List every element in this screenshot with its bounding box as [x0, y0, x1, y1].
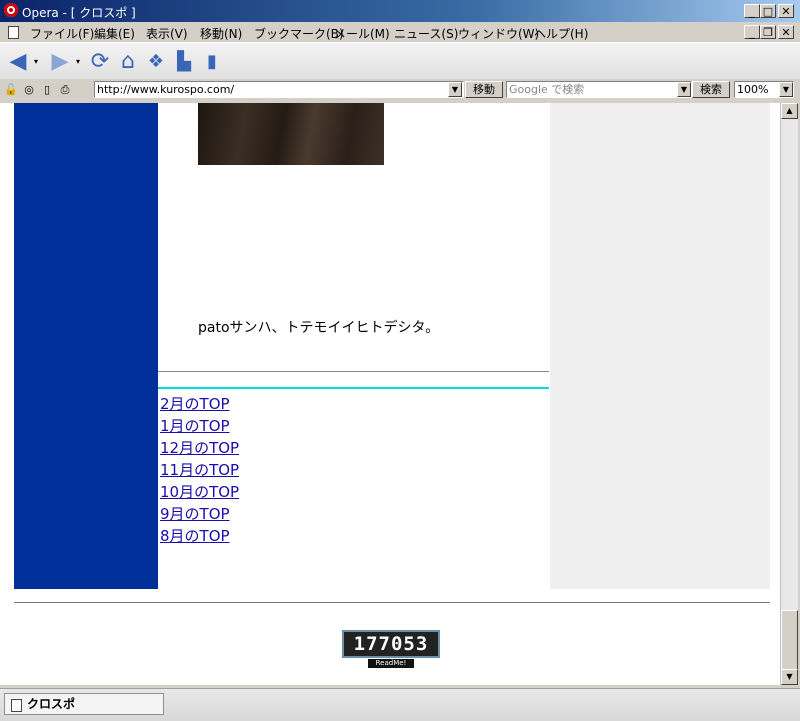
minimize-button[interactable]: _ [744, 4, 760, 18]
opera-logo-icon [4, 3, 18, 17]
url-dropdown-icon[interactable]: ▼ [448, 82, 462, 97]
menu-bar: ファイル(F) 編集(E) 表示(V) 移動(N) ブックマーク(B) メール(… [0, 22, 800, 42]
document-icon [8, 26, 19, 42]
counter-label[interactable]: ReadMe! [368, 659, 414, 668]
photo-caption: patoサンハ、トテモイイヒトデシタ。 [198, 320, 440, 336]
forward-icon[interactable]: ▶ [48, 49, 72, 74]
right-column [550, 103, 770, 589]
reload-icon[interactable]: ⟳ [88, 49, 112, 74]
menu-bookmarks[interactable]: ブックマーク(B) [254, 25, 344, 42]
forward-dropdown-icon[interactable]: ▾ [76, 57, 80, 66]
footer-divider [14, 602, 770, 603]
go-button[interactable]: 移動 [465, 81, 503, 98]
maximize-button[interactable]: □ [760, 4, 776, 18]
doc-minimize-button[interactable]: _ [744, 25, 760, 39]
page-icon[interactable]: ▮ [200, 49, 224, 73]
zoom-dropdown-icon[interactable]: ▼ [779, 82, 793, 97]
left-column [14, 103, 158, 589]
link-dec-top[interactable]: 12月のTOP [160, 437, 239, 459]
menu-edit[interactable]: 編集(E) [94, 25, 135, 42]
page-tab-icon [11, 698, 22, 718]
search-input[interactable]: Google で検索 [506, 81, 692, 98]
link-oct-top[interactable]: 10月のTOP [160, 481, 239, 503]
close-button[interactable]: ✕ [778, 4, 794, 18]
archive-links: 2月のTOP 1月のTOP 12月のTOP 11月のTOP 10月のTOP 9月… [160, 393, 239, 547]
link-jan-top[interactable]: 1月のTOP [160, 415, 239, 437]
title-bar: Opera - [ クロスポ ] _ □ ✕ [0, 0, 800, 22]
photo-image [198, 103, 384, 165]
camera-icon[interactable]: ◎ [22, 83, 36, 97]
menu-mail[interactable]: メール(M) [334, 25, 390, 42]
page-tab[interactable]: クロスポ [4, 693, 164, 715]
cyan-divider [158, 387, 549, 389]
menu-news[interactable]: ニュース(S) [394, 25, 458, 42]
doc-close-button[interactable]: ✕ [778, 25, 794, 39]
status-bar: クロスポ [0, 688, 800, 721]
address-bar: 🔓 ◎ ▯ ⎙ http://www.kurospo.com/ ▼ 移動 Goo… [0, 79, 800, 101]
back-dropdown-icon[interactable]: ▾ [34, 57, 38, 66]
search-engine-dropdown-icon[interactable]: ▼ [677, 82, 691, 97]
scrollbar-thumb[interactable] [781, 610, 798, 670]
window-title: Opera - [ クロスポ ] [22, 6, 136, 20]
scroll-down-icon[interactable]: ▼ [781, 669, 798, 685]
menu-file[interactable]: ファイル(F) [30, 25, 94, 42]
url-input[interactable]: http://www.kurospo.com/ [94, 81, 464, 98]
security-lock-icon[interactable]: 🔓 [4, 83, 18, 97]
menu-help[interactable]: ヘルプ(H) [534, 25, 588, 42]
print-icon[interactable]: ▙ [172, 49, 196, 73]
link-sep-top[interactable]: 9月のTOP [160, 503, 239, 525]
document-info-icon[interactable]: ▯ [40, 83, 54, 97]
doc-restore-button[interactable]: ❐ [760, 25, 776, 39]
toolbar: ◀ ▾ ▶ ▾ ⟳ ⌂ ❖ ▙ ▮ [0, 42, 800, 80]
search-button[interactable]: 検索 [692, 81, 730, 98]
home-icon[interactable]: ⌂ [116, 49, 140, 74]
page-tab-label: クロスポ [27, 697, 76, 711]
link-aug-top[interactable]: 8月のTOP [160, 525, 239, 547]
back-icon[interactable]: ◀ [6, 49, 30, 74]
divider [158, 371, 549, 372]
vertical-scrollbar[interactable]: ▲ ▼ [780, 103, 798, 685]
page-viewport: patoサンハ、トテモイイヒトデシタ。 2月のTOP 1月のTOP 12月のTO… [0, 103, 780, 685]
wand-icon[interactable]: ⎙ [58, 83, 72, 97]
menu-navigate[interactable]: 移動(N) [200, 25, 242, 42]
hotlist-icon[interactable]: ❖ [144, 49, 168, 73]
menu-view[interactable]: 表示(V) [146, 25, 188, 42]
scroll-up-icon[interactable]: ▲ [781, 103, 798, 119]
menu-window[interactable]: ウィンドウ(W) [458, 25, 539, 42]
link-nov-top[interactable]: 11月のTOP [160, 459, 239, 481]
access-counter: 177053 [342, 630, 440, 658]
link-feb-top[interactable]: 2月のTOP [160, 393, 239, 415]
